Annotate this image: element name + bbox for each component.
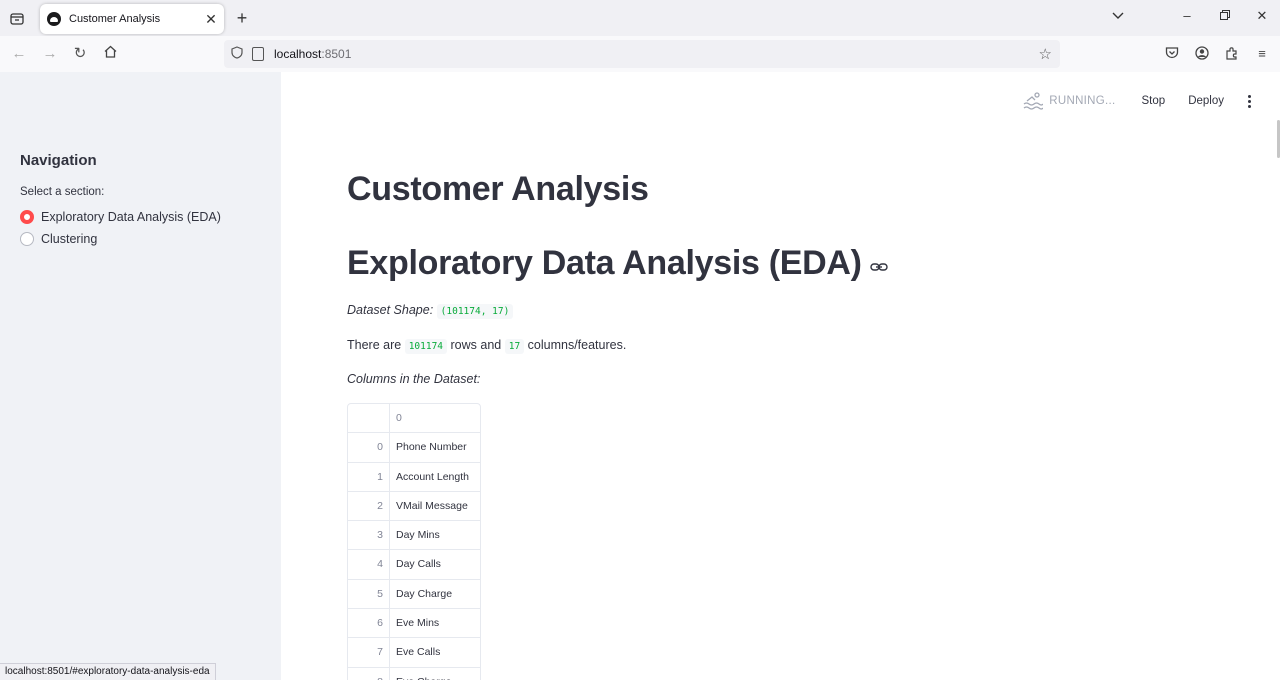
row-index: 8 — [348, 667, 390, 680]
dataset-shape-text: Dataset Shape: (101174, 17) — [347, 303, 514, 319]
row-cell[interactable]: Day Mins — [390, 521, 480, 549]
table-row[interactable]: 5 Day Charge — [348, 579, 480, 610]
extensions-icon[interactable] — [1224, 46, 1240, 62]
home-icon[interactable] — [100, 44, 120, 64]
main-menu-kebab-icon[interactable] — [1247, 94, 1251, 108]
index-header: _ — [348, 404, 390, 433]
menu-hamburger-icon[interactable]: ≡ — [1254, 46, 1270, 62]
account-icon[interactable] — [1194, 46, 1210, 62]
row-index: 0 — [348, 433, 390, 462]
streamlit-app: Navigation Select a section: Exploratory… — [0, 72, 1280, 680]
back-arrow-icon[interactable]: ← — [9, 44, 29, 64]
radio-selected-icon[interactable] — [20, 210, 34, 224]
radio-label-eda: Exploratory Data Analysis (EDA) — [41, 210, 221, 224]
sidebar-heading: Navigation — [20, 152, 97, 169]
columns-label: Columns in the Dataset: — [347, 372, 481, 386]
reload-icon[interactable]: ↻ — [70, 44, 90, 64]
tab-list-icon[interactable] — [8, 9, 26, 27]
table-row[interactable]: 7 Eve Calls — [348, 638, 480, 668]
pocket-icon[interactable] — [1164, 46, 1180, 62]
section-heading-text: Exploratory Data Analysis (EDA) — [347, 244, 862, 282]
restore-icon[interactable] — [1215, 8, 1235, 23]
radio-option-clustering[interactable]: Clustering — [20, 232, 97, 246]
close-tab-icon[interactable]: ✕ — [202, 11, 220, 28]
deploy-button[interactable]: Deploy — [1188, 95, 1224, 107]
browser-tab[interactable]: Customer Analysis ✕ — [40, 4, 224, 34]
section-heading: Exploratory Data Analysis (EDA) — [347, 244, 888, 283]
rows-code: 101174 — [404, 339, 448, 354]
select-section-label: Select a section: — [20, 186, 105, 198]
tab-title: Customer Analysis — [69, 13, 161, 25]
table-row[interactable]: 4 Day Calls — [348, 550, 480, 580]
radio-option-eda[interactable]: Exploratory Data Analysis (EDA) — [20, 210, 221, 224]
row-cell[interactable]: Eve Charge — [390, 668, 480, 680]
row-cell[interactable]: Eve Calls — [390, 638, 480, 666]
row-index: 3 — [348, 521, 390, 550]
row-cell[interactable]: Account Length — [390, 463, 480, 491]
row-cell[interactable]: Day Calls — [390, 550, 480, 578]
row-index: 2 — [348, 491, 390, 521]
anchor-link-icon[interactable] — [870, 261, 888, 273]
row-cell[interactable]: VMail Message — [390, 492, 480, 520]
table-row[interactable]: 8Eve Charge — [348, 667, 480, 680]
tab-bar: Customer Analysis ✕ + – ✕ — [0, 0, 1280, 36]
bookmark-star-icon[interactable]: ☆ — [1039, 45, 1052, 63]
minimize-icon[interactable]: – — [1177, 8, 1197, 23]
shield-icon[interactable] — [230, 46, 244, 62]
streamlit-favicon-icon — [47, 12, 61, 26]
columns-dataframe[interactable]: _ 0 0Phone Number 1Account Length 2VMail… — [347, 403, 481, 680]
new-tab-icon[interactable]: + — [232, 8, 252, 28]
address-bar[interactable]: localhost:8501 ☆ — [224, 40, 1060, 68]
table-row[interactable]: 6 Eve Mins — [348, 609, 480, 639]
table-row[interactable]: 1 Account Length — [348, 462, 480, 492]
url-text[interactable]: localhost:8501 — [274, 47, 351, 61]
radio-unselected-icon[interactable] — [20, 232, 34, 246]
running-swimmer-icon — [1023, 92, 1044, 110]
main-content: RUNNING... Stop Deploy Customer Analysis… — [281, 72, 1280, 680]
row-index: 4 — [348, 550, 390, 579]
list-tabs-chevron-icon[interactable] — [1108, 8, 1128, 23]
forward-arrow-icon[interactable]: → — [40, 44, 60, 64]
shape-code: (101174, 17) — [436, 304, 514, 319]
stop-button[interactable]: Stop — [1142, 95, 1166, 107]
row-cell[interactable]: Day Charge — [390, 580, 480, 608]
cols-code: 17 — [504, 339, 525, 354]
close-window-icon[interactable]: ✕ — [1252, 8, 1272, 24]
running-status: RUNNING... — [1049, 95, 1116, 107]
page-info-icon[interactable] — [252, 47, 264, 61]
table-row[interactable]: 2 VMail Message — [348, 491, 480, 522]
table-row[interactable]: 3 Day Mins — [348, 521, 480, 551]
radio-label-clustering: Clustering — [41, 232, 98, 246]
row-index: 1 — [348, 462, 390, 491]
table-row[interactable]: 0 Phone Number — [348, 433, 480, 463]
table-header-row: _ 0 — [348, 404, 480, 434]
row-cell[interactable]: Phone Number — [390, 433, 480, 461]
row-index: 6 — [348, 609, 390, 638]
sidebar: Navigation Select a section: Exploratory… — [0, 72, 281, 680]
row-cell[interactable]: Eve Mins — [390, 609, 480, 637]
link-status-bar: localhost:8501/#exploratory-data-analysi… — [0, 663, 216, 680]
navigation-toolbar: ← → ↻ localhost:8501 ☆ ≡ — [0, 36, 1280, 108]
row-index: 7 — [348, 638, 390, 667]
column-header[interactable]: 0 — [390, 404, 480, 432]
row-index: 5 — [348, 579, 390, 609]
page-title: Customer Analysis — [347, 170, 649, 208]
rows-columns-text: There are 101174 rows and 17 columns/fea… — [347, 338, 627, 354]
app-header-status: RUNNING... Stop Deploy — [1023, 92, 1255, 110]
